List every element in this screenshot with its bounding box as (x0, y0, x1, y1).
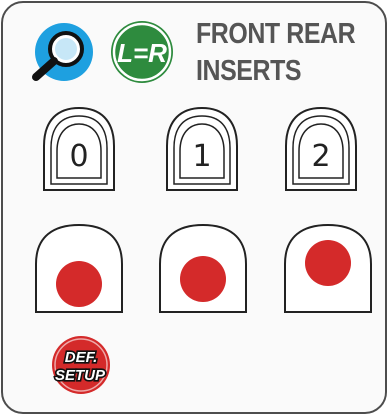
insert-option-1[interactable]: 1 (157, 104, 247, 196)
insert-label-1: 1 (192, 139, 211, 174)
insert-label-0: 0 (69, 139, 88, 174)
magnifier-icon[interactable] (26, 22, 96, 84)
position-marker-left (56, 261, 102, 307)
default-setup-button[interactable]: DEF. SETUP (40, 334, 122, 396)
insert-option-2[interactable]: 2 (276, 104, 366, 196)
insert-label-2: 2 (311, 139, 330, 174)
mount-position-left[interactable] (32, 222, 126, 316)
position-marker-center (180, 256, 226, 302)
insert-option-0[interactable]: 0 (34, 104, 124, 196)
default-setup-line-2: SETUP (55, 367, 106, 384)
link-front-rear-icon[interactable]: L=R (100, 19, 184, 85)
default-setup-line-1: DEF. (65, 349, 98, 366)
title-line-2: INSERTS (196, 55, 302, 87)
link-label: L=R (117, 38, 167, 68)
title-line-1: FRONT REAR (196, 18, 356, 50)
page-title: FRONT REAR INSERTS (196, 16, 356, 90)
mount-position-center[interactable] (156, 222, 250, 316)
position-marker-right (305, 240, 351, 286)
mount-position-right[interactable] (281, 222, 375, 316)
